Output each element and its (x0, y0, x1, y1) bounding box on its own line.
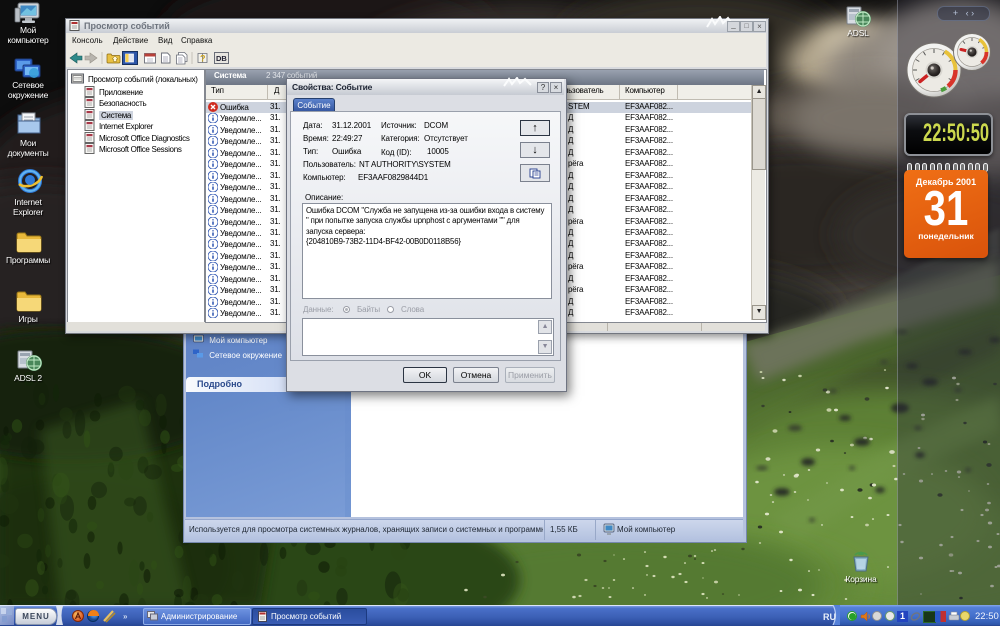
svg-text:DB: DB (216, 54, 227, 63)
svg-text:?: ? (200, 54, 206, 64)
